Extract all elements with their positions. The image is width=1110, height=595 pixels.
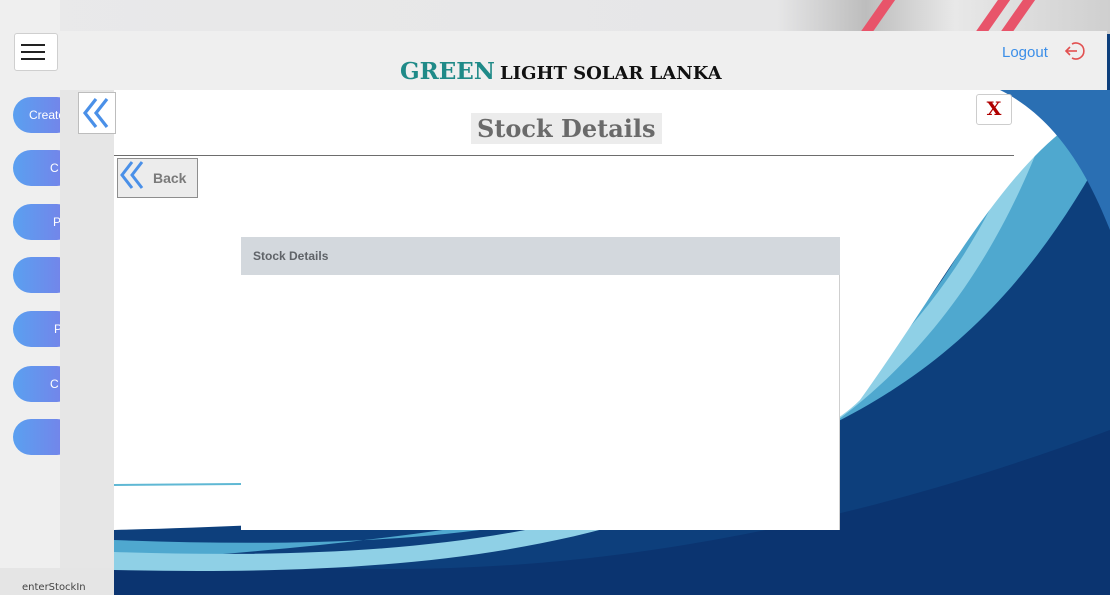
logout-icon[interactable]: [1064, 40, 1086, 62]
collapse-sidebar-button[interactable]: [78, 92, 116, 134]
hamburger-icon: [21, 44, 45, 46]
double-chevron-left-icon: [82, 98, 109, 128]
sidebar-item-label: C: [50, 377, 59, 391]
page-title: Stock Details: [471, 113, 662, 144]
panel-gutter: [60, 90, 114, 568]
brand-name: LIGHT SOLAR LANKA: [500, 63, 722, 84]
double-chevron-left-icon: [120, 161, 144, 189]
back-button[interactable]: Back: [117, 158, 198, 198]
hamburger-icon: [21, 58, 45, 60]
brand-name-green: GREEN: [400, 58, 495, 85]
hamburger-icon: [21, 51, 45, 53]
stock-details-card-body: [241, 275, 840, 530]
taskbar-item-label[interactable]: enterStockIn: [22, 582, 86, 593]
sidebar-item-label: C: [50, 161, 59, 175]
title-divider: [114, 155, 1014, 156]
card-title: Stock Details: [253, 249, 329, 263]
stock-details-card-header: Stock Details: [241, 237, 840, 275]
close-button[interactable]: X: [976, 94, 1012, 125]
menu-button[interactable]: [14, 33, 58, 71]
logout-link[interactable]: Logout: [1002, 44, 1048, 61]
back-button-label: Back: [153, 170, 187, 186]
